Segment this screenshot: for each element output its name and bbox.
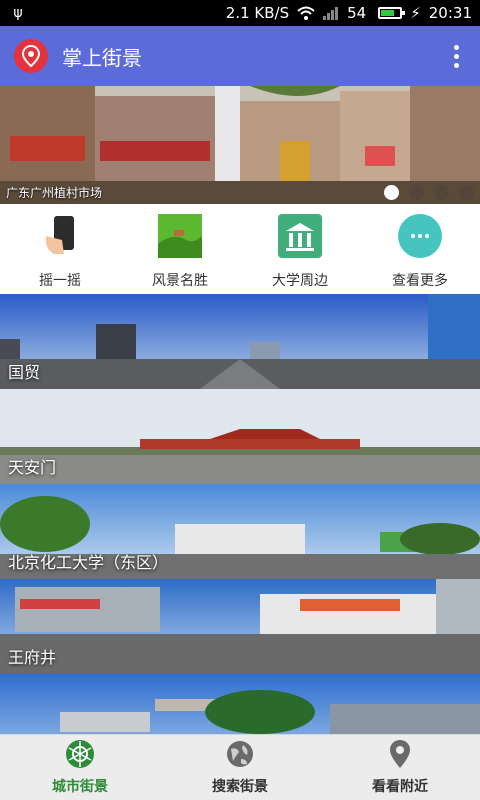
nav-label: 搜索街景 — [212, 779, 268, 795]
more-vert-icon[interactable] — [446, 44, 466, 68]
quick-actions: 摇一摇 风景名胜 大学周边 查看更多 — [0, 204, 480, 294]
quick-label: 风景名胜 — [152, 273, 208, 289]
quick-action-university[interactable]: 大学周边 — [240, 204, 360, 294]
nav-search-street[interactable]: 搜索街景 — [160, 735, 320, 800]
carousel-indicator — [384, 185, 474, 200]
scene-photo — [0, 389, 480, 484]
usb-icon: ψ — [13, 5, 23, 21]
net-speed: 2.1 KB/S — [225, 4, 290, 22]
battery-icon — [374, 7, 406, 19]
scene-photo — [0, 294, 480, 389]
globe-icon — [225, 739, 255, 773]
nav-nearby[interactable]: 看看附近 — [320, 735, 480, 800]
banner-carousel[interactable]: 广东广州植村市场 — [0, 86, 480, 204]
signal-strength: 54 — [347, 4, 367, 22]
bottom-nav: 城市街景 搜索街景 看看附近 — [0, 734, 480, 800]
scene-item-guomao[interactable]: 国贸 — [0, 294, 480, 389]
nav-label: 看看附近 — [372, 779, 428, 795]
clock: 20:31 — [428, 4, 472, 22]
charging-icon: ⚡ — [410, 4, 421, 22]
university-icon — [278, 214, 322, 258]
signal-icon — [323, 6, 339, 20]
scene-item-buct[interactable]: 北京化工大学（东区） — [0, 484, 480, 579]
scene-list: 国贸 天安门 北京化工大学（东区） 王府井 — [0, 294, 480, 769]
carousel-dot[interactable] — [409, 185, 424, 200]
nav-label: 城市街景 — [52, 779, 108, 795]
status-bar: ψ 2.1 KB/S 54 ⚡ 20:31 — [0, 0, 480, 26]
aperture-icon — [65, 739, 95, 773]
quick-label: 大学周边 — [272, 273, 328, 289]
location-pin-icon[interactable] — [14, 39, 48, 73]
scenery-icon — [158, 214, 202, 258]
quick-action-shake[interactable]: 摇一摇 — [0, 204, 120, 294]
scene-item-wangfujing[interactable]: 王府井 — [0, 579, 480, 674]
scene-label: 国贸 — [8, 363, 41, 382]
carousel-dot[interactable] — [384, 185, 399, 200]
carousel-dot[interactable] — [459, 185, 474, 200]
wifi-icon — [297, 6, 315, 20]
more-dots-icon — [398, 214, 442, 258]
phone-hand-icon — [38, 214, 82, 258]
carousel-dot[interactable] — [434, 185, 449, 200]
app-bar: 掌上街景 — [0, 26, 480, 86]
quick-action-scenery[interactable]: 风景名胜 — [120, 204, 240, 294]
quick-label: 摇一摇 — [39, 273, 81, 289]
nav-city-street[interactable]: 城市街景 — [0, 735, 160, 800]
scene-photo — [0, 579, 480, 674]
quick-action-more[interactable]: 查看更多 — [360, 204, 480, 294]
scene-label: 王府井 — [8, 648, 57, 667]
map-pin-icon — [388, 739, 412, 773]
banner-caption: 广东广州植村市场 — [6, 186, 103, 200]
quick-label: 查看更多 — [392, 273, 448, 289]
scene-item-tiananmen[interactable]: 天安门 — [0, 389, 480, 484]
scene-label: 天安门 — [8, 458, 57, 477]
app-title: 掌上街景 — [62, 45, 142, 70]
scene-label: 北京化工大学（东区） — [8, 553, 169, 572]
